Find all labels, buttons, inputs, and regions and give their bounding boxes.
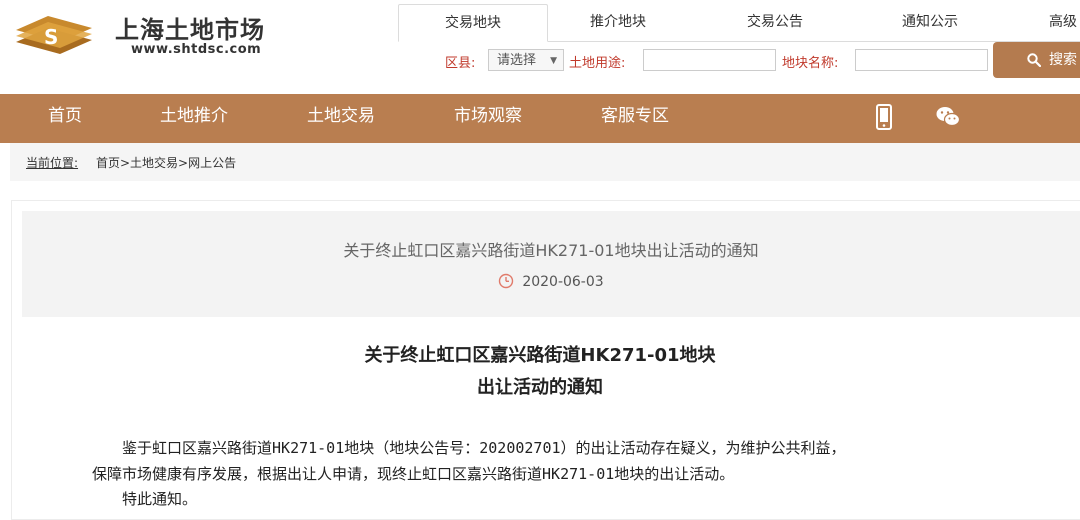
article-date-row: 2020-06-03 (22, 273, 1080, 290)
site-header: S 上海土地市场 www.shtdsc.com 交易地块 推介地块 交易公告 通… (0, 0, 1080, 94)
main-nav: 首页 土地推介 土地交易 市场观察 客服专区 (0, 94, 1080, 143)
nav-item-home[interactable]: 首页 (48, 94, 82, 143)
document-body-line-2: 保障市场健康有序发展，根据出让人申请，现终止虹口区嘉兴路街道HK271-01地块… (92, 465, 735, 483)
search-form: 区县: 请选择 ▼ 土地用途: 地块名称: 搜索 (0, 42, 1080, 78)
article-header: 关于终止虹口区嘉兴路街道HK271-01地块出让活动的通知 2020-06-03 (22, 211, 1080, 317)
tab-advanced[interactable]: 高级 (1038, 4, 1080, 40)
search-button[interactable]: 搜索 (993, 42, 1080, 78)
breadcrumb: 当前位置: 首页>土地交易>网上公告 (10, 143, 1080, 181)
chevron-down-icon: ▼ (550, 56, 557, 66)
district-label: 区县: (445, 56, 476, 71)
land-usage-input[interactable] (643, 49, 776, 71)
search-button-label: 搜索 (1049, 52, 1077, 68)
land-usage-label: 土地用途: (569, 56, 626, 71)
site-title[interactable]: 上海土地市场 (115, 10, 265, 45)
tab-promoted-plots[interactable]: 推介地块 (573, 4, 663, 40)
article-title: 关于终止虹口区嘉兴路街道HK271-01地块出让活动的通知 (343, 241, 759, 260)
tab-transaction-plots[interactable]: 交易地块 (398, 4, 548, 42)
tab-transaction-notices[interactable]: 交易公告 (730, 4, 820, 40)
document-body-line-3: 特此通知。 (92, 490, 198, 508)
district-select-value: 请选择 (497, 53, 537, 68)
article-date: 2020-06-03 (522, 274, 604, 290)
search-icon (1027, 53, 1041, 67)
district-select[interactable]: 请选择 ▼ (488, 49, 564, 71)
document-body-line-1: 鉴于虹口区嘉兴路街道HK271-01地块（地块公告号：202002701）的出让… (92, 439, 846, 457)
breadcrumb-path[interactable]: 首页>土地交易>网上公告 (96, 143, 236, 183)
search-tabs: 交易地块 推介地块 交易公告 通知公示 高级 (398, 4, 1080, 42)
document-title-line-2: 出让活动的通知 (477, 377, 603, 398)
nav-item-land-promotion[interactable]: 土地推介 (160, 94, 228, 143)
document-title-line-1: 关于终止虹口区嘉兴路街道HK271-01地块 (364, 345, 716, 366)
plot-name-input[interactable] (855, 49, 988, 71)
breadcrumb-label: 当前位置: (26, 156, 79, 170)
wechat-icon[interactable] (936, 106, 960, 128)
nav-item-customer-service[interactable]: 客服专区 (601, 94, 669, 143)
plot-name-label: 地块名称: (782, 56, 839, 71)
mobile-phone-icon[interactable] (876, 104, 892, 130)
clock-icon (499, 273, 514, 289)
nav-item-land-transaction[interactable]: 土地交易 (307, 94, 375, 143)
nav-item-market-watch[interactable]: 市场观察 (454, 94, 522, 143)
tab-public-notices[interactable]: 通知公示 (885, 4, 975, 40)
